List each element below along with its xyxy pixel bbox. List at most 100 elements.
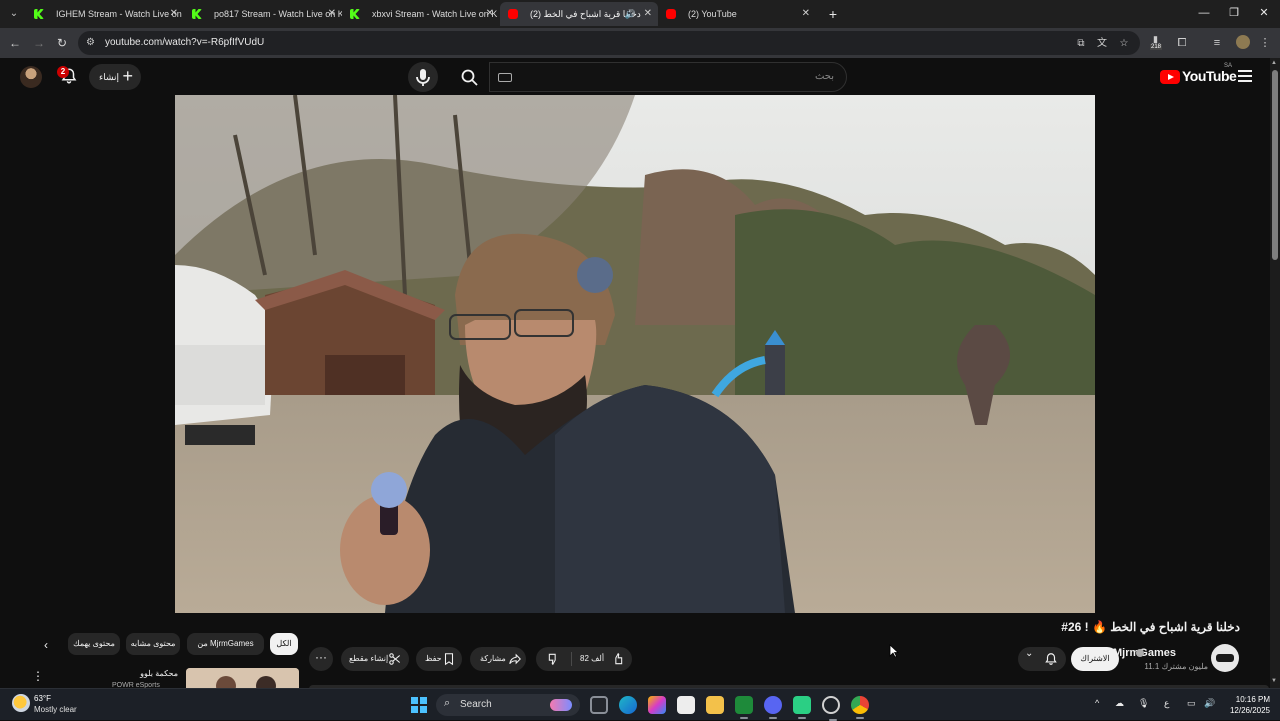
chip-recommended[interactable]: محتوى يهمك: [68, 633, 120, 655]
file-explorer-icon[interactable]: [706, 696, 724, 714]
browser-toolbar: ← → ↻ ⚙ youtube.com/watch?v=-R6pfIfVUdU …: [0, 28, 1280, 58]
extensions-puzzle-icon[interactable]: ⧠: [1173, 34, 1191, 52]
copilot-icon[interactable]: [648, 696, 666, 714]
minimize-icon[interactable]: —: [1188, 3, 1220, 23]
browser-tab[interactable]: po817 Stream - Watch Live on K ✕: [184, 2, 342, 26]
keyboard-icon[interactable]: [498, 73, 512, 82]
more-actions-icon[interactable]: ···: [309, 647, 333, 671]
notification-count-badge: 2: [57, 66, 69, 78]
back-arrow-icon[interactable]: ←: [6, 34, 24, 52]
address-bar[interactable]: ⚙ youtube.com/watch?v=-R6pfIfVUdU ⧉ 文 ☆: [78, 31, 1140, 55]
mouse-cursor-icon: [889, 644, 899, 658]
extension-icon[interactable]: ▮ 218: [1150, 34, 1166, 52]
weather-description[interactable]: Mostly clear: [34, 705, 77, 714]
chrome-icon[interactable]: [851, 696, 869, 719]
app-icon[interactable]: [793, 696, 811, 719]
bookmark-star-icon[interactable]: ☆: [1117, 37, 1131, 51]
search-icon[interactable]: [449, 62, 489, 92]
channel-name[interactable]: MjrmGames: [1113, 647, 1176, 659]
tab-title: po817 Stream - Watch Live on K: [214, 9, 342, 19]
create-button[interactable]: إنشاء +: [89, 64, 141, 90]
weather-temperature[interactable]: 63°F: [34, 694, 51, 703]
clip-button[interactable]: إنشاء مقطع: [341, 647, 409, 671]
voice-search-mic-icon[interactable]: [408, 62, 438, 92]
new-tab-plus-icon[interactable]: +: [823, 4, 843, 24]
profile-avatar[interactable]: [1236, 35, 1250, 49]
keyboard-language[interactable]: ع: [1164, 698, 1169, 709]
notification-preferences-button[interactable]: ⌄: [1018, 647, 1066, 671]
like-thumb-icon[interactable]: [610, 652, 624, 666]
browser-tab[interactable]: xbxvi Stream - Watch Live on K ✕: [342, 2, 500, 26]
chip-from-channel[interactable]: من MjrmGames: [187, 633, 264, 655]
tab-search-chevron-icon[interactable]: ⌄: [4, 4, 24, 24]
menu-hamburger-icon[interactable]: [1238, 70, 1252, 82]
browser-tab[interactable]: (2) YouTube ✕: [658, 2, 816, 26]
microphone-icon[interactable]: 🎙: [1138, 698, 1149, 709]
weather-partly-cloudy-icon[interactable]: [12, 694, 30, 712]
bell-icon: [1045, 653, 1057, 665]
xbox-icon[interactable]: [735, 696, 753, 719]
taskbar-clock[interactable]: 10:16 PM 12/26/2025: [1222, 694, 1270, 716]
scroll-down-arrow-icon[interactable]: ▼: [1271, 678, 1277, 684]
clock-time: 10:16 PM: [1235, 695, 1270, 704]
microsoft-store-icon[interactable]: [677, 696, 695, 714]
save-button[interactable]: حفظ: [416, 647, 462, 671]
taskbar-search-box[interactable]: ⌕ Search: [436, 694, 580, 716]
browser-tab-strip: ⌄ IGHEM Stream - Watch Live on K ✕ po817…: [0, 0, 1280, 28]
restore-icon[interactable]: ❐: [1218, 3, 1250, 23]
close-icon[interactable]: ✕: [170, 2, 178, 26]
share-label: مشاركة: [480, 654, 506, 663]
close-icon[interactable]: ✕: [486, 2, 494, 26]
chip-all[interactable]: الكل: [270, 633, 298, 655]
share-button[interactable]: مشاركة: [470, 647, 526, 671]
page-scrollbar[interactable]: ▲ ▼: [1270, 58, 1280, 688]
recommendation-title[interactable]: محكمة بلوو: [140, 669, 178, 678]
tray-overflow-chevron-icon[interactable]: ^: [1095, 698, 1099, 708]
video-player[interactable]: [175, 95, 1095, 613]
translate-icon[interactable]: 文: [1095, 37, 1109, 51]
channel-avatar[interactable]: [1211, 644, 1239, 672]
search-placeholder: بحث: [814, 71, 834, 82]
close-icon[interactable]: ✕: [802, 2, 810, 26]
url-text[interactable]: youtube.com/watch?v=-R6pfIfVUdU: [105, 31, 264, 55]
browser-tab-active[interactable]: (2) دخلنا قرية اشباح في الخط 🔊 ✕: [500, 2, 658, 26]
account-avatar[interactable]: [20, 66, 42, 88]
reload-icon[interactable]: ↻: [53, 34, 71, 52]
discord-icon[interactable]: [764, 696, 782, 719]
recommendation-menu-icon[interactable]: ⋮: [32, 669, 44, 683]
scrollbar-thumb[interactable]: [1272, 70, 1278, 260]
steam-icon[interactable]: [822, 696, 840, 721]
search-icon: ⌕: [444, 697, 451, 709]
youtube-icon: [508, 9, 518, 19]
subscribe-button[interactable]: الاشتراك: [1071, 647, 1119, 671]
scroll-up-arrow-icon[interactable]: ▲: [1271, 60, 1277, 66]
dislike-thumb-icon[interactable]: [547, 652, 561, 666]
chevron-left-icon[interactable]: ‹: [38, 637, 54, 653]
speaker-icon[interactable]: 🔊: [625, 2, 636, 26]
like-count[interactable]: 82 ألف: [580, 647, 604, 671]
close-icon[interactable]: ✕: [644, 2, 652, 26]
forward-arrow-icon[interactable]: →: [30, 34, 48, 52]
cast-icon[interactable]: ⧉: [1074, 37, 1088, 51]
kick-icon: [350, 9, 360, 19]
volume-icon[interactable]: 🔊: [1204, 698, 1215, 709]
video-frame: [175, 95, 1095, 613]
windows-start-icon[interactable]: [411, 697, 427, 713]
onedrive-cloud-icon[interactable]: ☁: [1115, 698, 1124, 709]
youtube-header: 2 إنشاء + بحث YouTube SA: [0, 58, 1270, 96]
browser-tab[interactable]: IGHEM Stream - Watch Live on K ✕: [26, 2, 184, 26]
subscriber-count: 11.1 مليون مشترك: [1144, 662, 1208, 671]
more-vertical-icon[interactable]: ⋮: [1256, 34, 1274, 52]
verified-check-icon: [1136, 649, 1144, 657]
network-icon[interactable]: ▭: [1187, 698, 1196, 709]
edge-browser-icon[interactable]: [619, 696, 637, 714]
tab-title: (2) YouTube: [688, 9, 737, 19]
chip-related[interactable]: محتوى مشابه: [126, 633, 180, 655]
close-icon[interactable]: ✕: [328, 2, 336, 26]
window-close-icon[interactable]: ✕: [1248, 3, 1280, 23]
search-input[interactable]: بحث: [489, 62, 847, 92]
reading-list-icon[interactable]: ≡: [1208, 34, 1226, 52]
task-view-icon[interactable]: [590, 696, 608, 714]
site-info-icon[interactable]: ⚙: [86, 37, 98, 49]
extension-badge: 218: [1150, 44, 1163, 50]
